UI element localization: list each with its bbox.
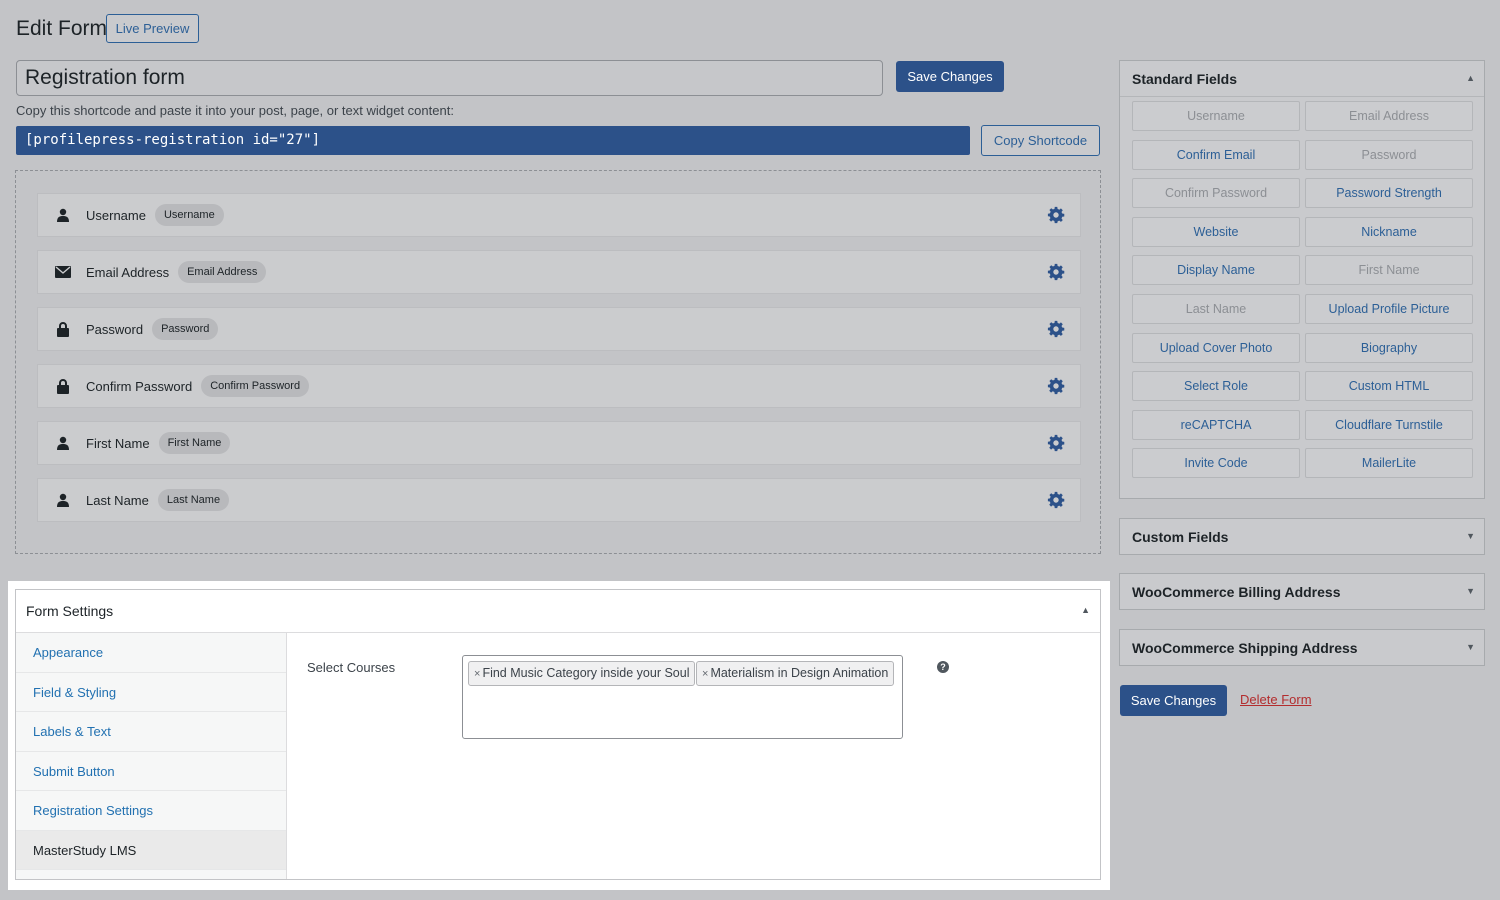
gear-icon[interactable] [1047,206,1065,224]
gear-icon[interactable] [1047,491,1065,509]
field-type-badge: Last Name [157,489,230,511]
user-icon [55,435,71,451]
gear-icon[interactable] [1047,320,1065,338]
standard-field-button[interactable]: Invite Code [1132,448,1300,479]
field-label: Password [86,321,144,337]
standard-field-button[interactable]: Password [1305,139,1473,170]
course-chip: × Find Music Category inside your Soul [468,661,696,686]
select-courses-label: Select Courses [307,660,396,675]
collapse-arrow-icon[interactable]: ▲ [1081,605,1090,615]
standard-field-button[interactable]: Upload Cover Photo [1132,332,1300,363]
form-name-input[interactable]: Registration form [16,60,883,96]
shortcode-hint: Copy this shortcode and paste it into yo… [16,103,454,118]
standard-field-button[interactable]: MailerLite [1305,448,1473,479]
standard-field-button[interactable]: Last Name [1132,294,1300,324]
builder-field-username[interactable]: Username Username [37,193,1081,237]
standard-field-button[interactable]: Email Address [1305,101,1473,131]
panel-title: WooCommerce Shipping Address [1132,640,1358,656]
live-preview-button[interactable]: Live Preview [106,14,199,43]
panel-title: WooCommerce Billing Address [1132,584,1341,600]
settings-tab-labels-text[interactable]: Labels & Text [16,712,286,752]
page-title: Edit Form [16,17,108,40]
gear-icon[interactable] [1047,377,1065,395]
shortcode-field[interactable]: [profilepress-registration id="27"] [16,126,970,155]
builder-field-email[interactable]: Email Address Email Address [37,250,1081,294]
field-type-badge: Password [152,318,219,340]
billing-address-panel[interactable]: WooCommerce Billing Address ▼ [1119,573,1485,610]
save-changes-button[interactable]: Save Changes [896,61,1004,92]
field-label: Username [86,207,146,223]
delete-form-link[interactable]: Delete Form [1240,692,1312,707]
field-type-badge: Confirm Password [201,375,310,397]
standard-field-button[interactable]: Nickname [1305,216,1473,247]
billing-address-header[interactable]: WooCommerce Billing Address ▼ [1120,574,1484,610]
copy-shortcode-button[interactable]: Copy Shortcode [981,125,1100,156]
settings-header[interactable]: Form Settings ▲ [16,590,1100,633]
standard-fields-panel: Standard Fields ▲ Username Email Address C… [1119,60,1485,499]
remove-chip-icon[interactable]: × [474,668,480,680]
builder-field-password[interactable]: Password Password [37,307,1081,351]
collapse-arrow-icon[interactable]: ▲ [1466,73,1475,83]
standard-field-button[interactable]: Website [1132,216,1300,247]
settings-tab-submit-button[interactable]: Submit Button [16,752,286,791]
field-label: Last Name [86,492,149,508]
panel-title: Standard Fields [1132,71,1238,87]
standard-field-button[interactable]: Biography [1305,332,1473,363]
standard-field-button[interactable]: Select Role [1132,371,1300,402]
standard-field-button[interactable]: Upload Profile Picture [1305,294,1473,324]
custom-fields-panel[interactable]: Custom Fields ▼ [1119,518,1485,555]
form-settings-panel: Form Settings ▲ Appearance Field & Styli… [15,589,1101,880]
settings-nav: Appearance Field & Styling Labels & Text… [16,633,287,879]
standard-field-button[interactable]: Confirm Email [1132,139,1300,170]
settings-tab-field-styling[interactable]: Field & Styling [16,673,286,712]
user-icon [55,492,71,508]
shipping-address-header[interactable]: WooCommerce Shipping Address ▼ [1120,630,1484,666]
field-label: Confirm Password [86,378,193,394]
expand-arrow-icon[interactable]: ▼ [1466,586,1475,596]
field-type-badge: Username [154,204,224,226]
envelope-icon [55,264,71,280]
lock-icon [55,321,71,337]
standard-field-button[interactable]: Username [1132,101,1300,131]
custom-fields-header[interactable]: Custom Fields ▼ [1120,519,1484,555]
course-chip-label: Materialism in Design Animation [710,666,889,680]
standard-field-button[interactable]: Custom HTML [1305,371,1473,402]
field-label: Email Address [86,264,170,280]
settings-tab-registration-settings[interactable]: Registration Settings [16,791,286,831]
course-chip: × Materialism in Design Animation [696,661,895,686]
standard-field-button[interactable]: First Name [1305,255,1473,286]
expand-arrow-icon[interactable]: ▼ [1466,531,1475,541]
standard-field-button[interactable]: reCAPTCHA [1132,409,1300,440]
standard-field-button[interactable]: Cloudflare Turnstile [1305,409,1473,440]
settings-tab-masterstudy-lms[interactable]: MasterStudy LMS [16,830,286,870]
remove-chip-icon[interactable]: × [702,668,708,680]
settings-tab-appearance[interactable]: Appearance [16,633,286,673]
panel-title: Custom Fields [1132,529,1229,545]
field-label: First Name [86,435,150,451]
standard-field-button[interactable]: Display Name [1132,255,1300,286]
gear-icon[interactable] [1047,263,1065,281]
course-multiselect[interactable]: × Find Music Category inside your Soul × M… [462,655,903,739]
field-type-badge: First Name [158,432,231,454]
standard-fields-header[interactable]: Standard Fields ▲ [1120,61,1484,97]
save-changes-button-bottom[interactable]: Save Changes [1120,685,1227,716]
course-chip-label: Find Music Category inside your Soul [482,666,690,680]
standard-field-button[interactable]: Confirm Password [1132,178,1300,209]
shipping-address-panel[interactable]: WooCommerce Shipping Address ▼ [1119,629,1485,666]
settings-title: Form Settings [26,603,114,619]
standard-field-button[interactable]: Password Strength [1305,178,1473,209]
form-builder: Username Username Email Address Email Ad… [15,170,1101,554]
gear-icon[interactable] [1047,434,1065,452]
user-icon [55,207,71,223]
builder-field-confirm-password[interactable]: Confirm Password Confirm Password [37,364,1081,408]
builder-field-first-name[interactable]: First Name First Name [37,421,1081,465]
help-icon[interactable]: ? [937,661,949,673]
expand-arrow-icon[interactable]: ▼ [1466,642,1475,652]
builder-field-last-name[interactable]: Last Name Last Name [37,478,1081,522]
lock-icon [55,378,71,394]
field-type-badge: Email Address [178,261,267,283]
